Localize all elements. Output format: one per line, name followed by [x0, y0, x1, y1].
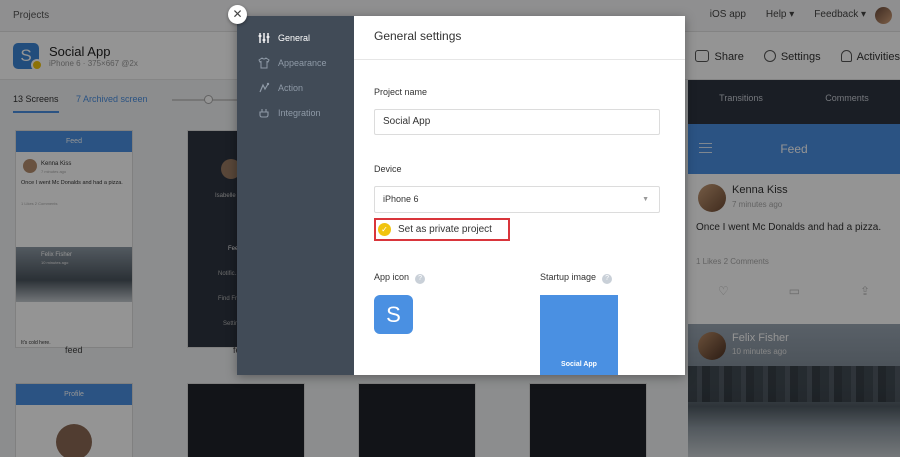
- chevron-down-icon: ▼: [642, 196, 649, 203]
- help-icon[interactable]: ?: [415, 274, 426, 284]
- startup-image-text: Social App: [561, 361, 597, 368]
- sidebar-item-action[interactable]: Action: [258, 80, 303, 96]
- app-icon-label: App icon?: [374, 272, 426, 284]
- check-icon: ✓: [378, 223, 391, 236]
- sidebar-item-general[interactable]: General: [258, 30, 310, 46]
- settings-modal: General Appearance Action Integration Ge…: [237, 16, 685, 375]
- sidebar-item-appearance[interactable]: Appearance: [258, 55, 327, 71]
- settings-content: General settings Project name Social App…: [354, 16, 685, 375]
- device-select-value: iPhone 6: [383, 194, 419, 204]
- app-icon-label-text: App icon: [374, 272, 410, 282]
- app-icon-preview[interactable]: S: [374, 295, 413, 334]
- sidebar-item-label: Integration: [278, 108, 321, 118]
- startup-image-label-text: Startup image: [540, 272, 597, 282]
- divider: [354, 59, 685, 60]
- sliders-icon: [258, 32, 270, 44]
- help-icon[interactable]: ?: [602, 274, 613, 284]
- private-project-checkbox[interactable]: ✓ Set as private project: [374, 218, 510, 241]
- startup-image-label: Startup image?: [540, 272, 613, 284]
- device-label: Device: [374, 164, 402, 174]
- modal-title: General settings: [374, 29, 462, 43]
- sidebar-item-integration[interactable]: Integration: [258, 105, 321, 121]
- device-select[interactable]: iPhone 6 ▼: [374, 186, 660, 213]
- settings-sidebar: General Appearance Action Integration: [237, 16, 354, 375]
- action-icon: [258, 82, 270, 94]
- sidebar-item-label: Appearance: [278, 58, 327, 68]
- project-name-label: Project name: [374, 87, 428, 97]
- close-modal-button[interactable]: ✕: [228, 5, 247, 24]
- startup-image-preview[interactable]: Social App: [540, 295, 618, 375]
- shirt-icon: [258, 57, 270, 69]
- plug-icon: [258, 107, 270, 119]
- sidebar-item-label: Action: [278, 83, 304, 93]
- private-project-label: Set as private project: [398, 224, 492, 235]
- close-icon: ✕: [232, 7, 243, 21]
- sidebar-item-label: General: [278, 33, 311, 43]
- project-name-input[interactable]: Social App: [374, 109, 660, 135]
